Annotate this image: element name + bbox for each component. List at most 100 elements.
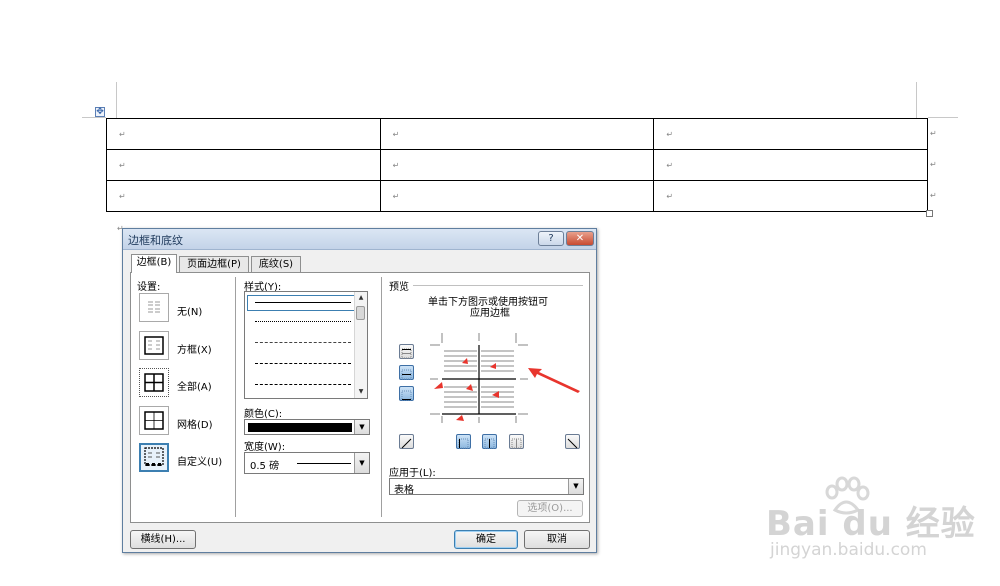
annotation-arrow-icon	[528, 368, 580, 393]
tab-borders[interactable]: 边框(B)	[131, 254, 177, 273]
table-row: ↵ ↵ ↵	[106, 118, 928, 150]
bottom-border-icon	[401, 390, 412, 401]
inside-horizontal-border-button[interactable]	[399, 365, 414, 380]
scroll-down-icon[interactable]: ▼	[355, 386, 367, 398]
table-cell[interactable]: ↵	[379, 149, 655, 181]
border-preview-diagram[interactable]	[426, 331, 531, 423]
margin-guide-top-left	[82, 117, 106, 118]
inside-vertical-border-button[interactable]	[482, 434, 497, 449]
margin-guide-left	[116, 82, 117, 118]
ok-button[interactable]: 确定	[454, 530, 518, 549]
table-cell[interactable]: ↵	[106, 180, 381, 212]
setting-all-label: 全部(A)	[177, 382, 212, 393]
width-line-sample	[297, 463, 351, 464]
setting-none-label: 无(N)	[177, 307, 203, 318]
options-button[interactable]: 选项(O)...	[517, 500, 583, 517]
document-table[interactable]: ↵ ↵ ↵ ↵ ↵ ↵ ↵ ↵ ↵	[106, 118, 928, 212]
dropdown-arrow-icon[interactable]: ▼	[354, 453, 369, 473]
top-border-icon	[401, 348, 412, 359]
column-divider	[381, 277, 382, 517]
setting-grid-option[interactable]	[139, 406, 169, 435]
left-border-button[interactable]	[456, 434, 471, 449]
top-border-button[interactable]	[399, 344, 414, 359]
table-row: ↵ ↵ ↵	[106, 149, 928, 181]
row-end-mark: ↵	[930, 129, 937, 138]
column-divider	[235, 277, 236, 517]
diagonal-down-icon	[567, 438, 578, 449]
style-option-dashed[interactable]	[255, 363, 351, 364]
table-cell[interactable]: ↵	[653, 149, 928, 181]
all-borders-icon	[144, 373, 164, 392]
style-option-solid[interactable]	[255, 302, 351, 303]
setting-box-label: 方框(X)	[177, 345, 212, 356]
box-border-icon	[144, 336, 164, 355]
color-heading: 颜色(C):	[244, 409, 283, 420]
width-dropdown[interactable]: 0.5 磅 ▼	[244, 452, 370, 474]
preview-heading-rule	[413, 285, 583, 286]
diagonal-down-border-button[interactable]	[565, 434, 580, 449]
style-option-dotted[interactable]	[255, 321, 351, 322]
watermark-url: jingyan.baidu.com	[770, 540, 927, 560]
scroll-up-icon[interactable]: ▲	[355, 292, 367, 304]
dropdown-arrow-icon[interactable]: ▼	[354, 420, 369, 434]
table-move-handle[interactable]: ✥	[95, 107, 105, 117]
diagonal-up-icon	[401, 438, 412, 449]
scroll-thumb[interactable]	[356, 306, 365, 320]
close-button[interactable]: ✕	[566, 231, 594, 246]
preview-instruction-2: 应用边框	[470, 308, 510, 319]
table-cell[interactable]: ↵	[106, 149, 381, 181]
style-option-selected[interactable]	[247, 295, 355, 311]
style-option-dashed-small[interactable]	[255, 342, 351, 343]
left-border-icon	[458, 438, 469, 449]
apply-to-dropdown[interactable]: 表格 ▼	[389, 478, 584, 496]
table-cell[interactable]: ↵	[653, 180, 928, 212]
setting-none-option[interactable]	[139, 293, 169, 322]
tab-shading[interactable]: 底纹(S)	[251, 256, 301, 272]
tab-panel: 设置: 无(N) 方框(X) 全部(A) 网格(D) 自定义(U) 样式(Y):…	[130, 272, 590, 523]
width-value: 0.5 磅	[250, 461, 280, 472]
color-swatch	[248, 423, 352, 432]
setting-custom-option[interactable]	[139, 443, 169, 472]
style-scrollbar[interactable]: ▲ ▼	[354, 292, 367, 398]
right-border-button[interactable]	[509, 434, 524, 449]
setting-box-option[interactable]	[139, 331, 169, 360]
table-row: ↵ ↵ ↵	[106, 180, 928, 212]
table-cell[interactable]: ↵	[379, 118, 655, 150]
custom-border-icon	[144, 447, 164, 466]
dialog-titlebar[interactable]: 边框和底纹 ? ✕	[123, 229, 596, 250]
width-heading: 宽度(W):	[244, 442, 286, 453]
cancel-button[interactable]: 取消	[524, 530, 590, 549]
none-border-icon	[148, 301, 160, 313]
style-listbox[interactable]: ▲ ▼	[244, 291, 368, 399]
dialog-title: 边框和底纹	[128, 234, 183, 247]
right-border-icon	[511, 438, 522, 449]
table-cell[interactable]: ↵	[379, 180, 655, 212]
setting-custom-label: 自定义(U)	[177, 457, 223, 468]
inside-horizontal-border-icon	[401, 369, 412, 380]
apply-to-value: 表格	[394, 485, 414, 496]
inside-vertical-border-icon	[484, 438, 495, 449]
table-cell[interactable]: ↵	[106, 118, 381, 150]
style-option-dash-dot[interactable]	[255, 384, 351, 385]
setting-grid-label: 网格(D)	[177, 420, 213, 431]
row-end-mark: ↵	[930, 160, 937, 169]
color-dropdown[interactable]: ▼	[244, 419, 370, 435]
margin-guide-top-right	[928, 117, 958, 118]
apply-to-heading: 应用于(L):	[389, 468, 436, 479]
preview-heading: 预览	[389, 282, 409, 293]
watermark-brand: Bai du 经验	[766, 504, 976, 544]
settings-heading: 设置:	[137, 282, 161, 293]
row-end-mark: ↵	[930, 191, 937, 200]
help-button[interactable]: ?	[538, 231, 564, 246]
diagonal-up-border-button[interactable]	[399, 434, 414, 449]
horizontal-line-button[interactable]: 横线(H)...	[130, 530, 196, 549]
setting-all-option[interactable]	[139, 368, 169, 397]
grid-border-icon	[144, 411, 164, 430]
table-cell[interactable]: ↵	[653, 118, 928, 150]
dropdown-arrow-icon[interactable]: ▼	[568, 479, 583, 494]
tab-page-border[interactable]: 页面边框(P)	[179, 256, 249, 272]
bottom-border-button[interactable]	[399, 386, 414, 401]
borders-shading-dialog: 边框和底纹 ? ✕ 边框(B) 页面边框(P) 底纹(S) 设置: 无(N) 方…	[122, 228, 597, 553]
table-resize-handle[interactable]	[926, 210, 933, 217]
margin-guide-right	[916, 82, 917, 118]
